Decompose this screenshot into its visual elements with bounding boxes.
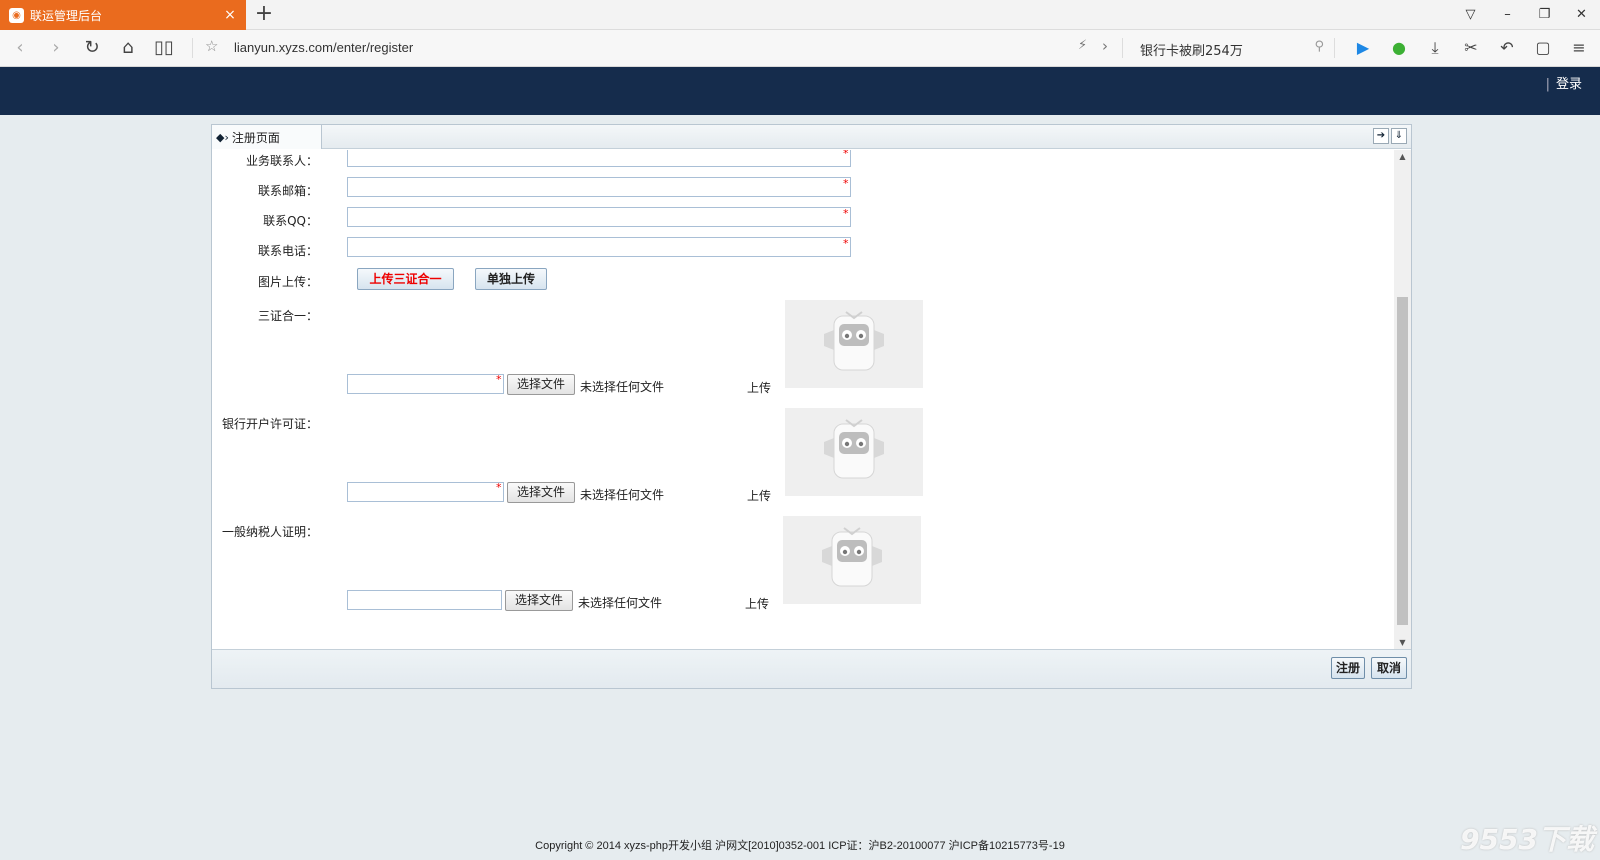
doc-bank-choose-file-button[interactable]: 选择文件 — [507, 482, 575, 503]
email-input[interactable] — [347, 177, 851, 197]
required-mark: * — [843, 207, 849, 220]
toolbar-icons: ▶ ● ⤓ ✂ ↶ ▢ ≡ — [1345, 36, 1597, 60]
phone-input[interactable] — [347, 237, 851, 257]
doc-combined-label: 三证合一： — [257, 309, 318, 323]
qq-input[interactable] — [347, 207, 851, 227]
scrollbar-thumb[interactable] — [1397, 297, 1408, 625]
cancel-button[interactable]: 取消 — [1371, 657, 1407, 679]
required-mark: * — [843, 177, 849, 190]
doc-combined-preview-placeholder — [785, 300, 923, 388]
image-upload-label: 图片上传： — [257, 275, 318, 289]
required-mark: * — [843, 237, 849, 250]
search-icon[interactable]: ⚲ — [1314, 39, 1324, 54]
scissors-icon[interactable]: ✂ — [1453, 36, 1489, 60]
robot-placeholder-icon — [824, 419, 884, 479]
tab-title: 联运管理后台 — [30, 8, 103, 23]
doc-taxpayer-label: 一般纳税人证明： — [221, 525, 318, 539]
contact-person-input[interactable] — [347, 150, 851, 167]
doc-combined-upload-link[interactable]: 上传 — [747, 379, 771, 396]
doc-bank-upload-link[interactable]: 上传 — [747, 487, 771, 504]
tab-nav-arrows-icon[interactable]: ◆› — [216, 131, 229, 144]
vertical-scrollbar[interactable]: ▲ ▼ — [1394, 150, 1411, 649]
nav-divider — [1122, 38, 1123, 58]
doc-taxpayer-preview-placeholder — [783, 516, 921, 604]
reload-icon[interactable]: ↻ — [80, 36, 104, 60]
panel-tab-label: 注册页面 — [231, 130, 280, 145]
restore-icon[interactable]: ❐ — [1526, 0, 1563, 30]
browser-tab[interactable]: ◉ 联运管理后台 × — [0, 0, 246, 30]
doc-combined-path-input[interactable] — [347, 374, 504, 394]
upload-combined-button[interactable]: 上传三证合一 — [357, 268, 454, 290]
browser-navbar: ‹ › ↻ ⌂ ▯▯ ☆ lianyun.xyzs.com/enter/regi… — [0, 30, 1600, 67]
home-icon[interactable]: ⌂ — [116, 36, 140, 60]
address-bar[interactable]: lianyun.xyzs.com/enter/register — [234, 40, 413, 55]
chevron-right-icon[interactable]: › — [1102, 37, 1108, 55]
search-query: 银行卡被刷254万 — [1140, 44, 1243, 59]
doc-combined-choose-file-button[interactable]: 选择文件 — [507, 374, 575, 395]
copyright-footer: Copyright © 2014 xyzs-php开发小组 沪网文[2010]0… — [535, 840, 1065, 852]
doc-bank-label: 银行开户许可证： — [221, 417, 318, 431]
doc-combined-no-file-text: 未选择任何文件 — [580, 380, 665, 394]
scroll-down-icon[interactable]: ▼ — [1394, 638, 1411, 647]
monkey-favicon-icon: ◉ — [9, 7, 24, 23]
robot-placeholder-icon — [824, 311, 884, 371]
phone-label: 联系电话： — [257, 244, 318, 258]
reader-icon[interactable]: ▯▯ — [152, 36, 176, 60]
nav-divider — [1334, 38, 1335, 58]
panel-footer: 注册 取消 — [212, 649, 1411, 688]
doc-taxpayer-path-input[interactable] — [347, 590, 502, 610]
panel-header: ◆› 注册页面 ➔ ⇓ — [212, 125, 1411, 149]
contact-person-label: 业务联系人： — [245, 154, 318, 168]
arrow-right-icon[interactable]: ➔ — [1373, 128, 1389, 144]
tab-register-page[interactable]: ◆› 注册页面 — [212, 125, 322, 149]
double-chevron-down-icon[interactable]: ⇓ — [1391, 128, 1407, 144]
register-button[interactable]: 注册 — [1331, 657, 1365, 679]
required-mark: * — [496, 481, 502, 494]
skin-icon[interactable]: ▽ — [1452, 0, 1489, 30]
bag-icon[interactable]: ▢ — [1525, 36, 1561, 60]
undo-icon[interactable]: ↶ — [1489, 36, 1525, 60]
form-scroll-area[interactable]: 业务联系人： * 联系邮箱： * 联系QQ： * 联系电话： * 图片上传： 上… — [212, 150, 1411, 649]
upload-separate-button[interactable]: 单独上传 — [475, 268, 547, 290]
login-label: 登录 — [1555, 77, 1582, 92]
robot-placeholder-icon — [822, 527, 882, 587]
search-box[interactable]: 银行卡被刷254万 ⚲ — [1130, 36, 1330, 60]
doc-bank-no-file-text: 未选择任何文件 — [580, 488, 665, 502]
browser-tabbar: ◉ 联运管理后台 × + ▽ – ❐ ✕ — [0, 0, 1600, 30]
menu-icon[interactable]: ≡ — [1561, 36, 1597, 60]
doc-taxpayer-upload-link[interactable]: 上传 — [745, 595, 769, 612]
doc-taxpayer-choose-file-button[interactable]: 选择文件 — [505, 590, 573, 611]
required-mark: * — [843, 150, 849, 160]
download-icon[interactable]: ⤓ — [1417, 36, 1453, 60]
email-label: 联系邮箱： — [257, 184, 318, 198]
minimize-icon[interactable]: – — [1489, 0, 1526, 30]
back-icon[interactable]: ‹ — [8, 36, 32, 60]
doc-bank-preview-placeholder — [785, 408, 923, 496]
doc-taxpayer-no-file-text: 未选择任何文件 — [578, 596, 663, 610]
new-tab-icon[interactable]: + — [252, 3, 276, 27]
qq-label: 联系QQ： — [263, 214, 318, 228]
wechat-icon[interactable]: ● — [1381, 36, 1417, 60]
nav-divider — [192, 38, 193, 58]
login-link[interactable]: | 登录 — [1546, 73, 1582, 92]
doc-bank-path-input[interactable] — [347, 482, 504, 502]
window-controls: ▽ – ❐ ✕ — [1452, 0, 1600, 30]
forward-icon[interactable]: › — [44, 36, 68, 60]
required-mark: * — [496, 373, 502, 386]
watermark-logo: 9553下载 — [1460, 823, 1594, 856]
bookmark-star-icon[interactable]: ☆ — [205, 37, 218, 55]
close-window-icon[interactable]: ✕ — [1563, 0, 1600, 30]
site-header: | 登录 — [0, 67, 1600, 115]
video-play-icon[interactable]: ▶ — [1345, 36, 1381, 60]
register-panel: ◆› 注册页面 ➔ ⇓ 业务联系人： * 联系邮箱： * 联系QQ： * 联系电… — [211, 124, 1412, 689]
lightning-icon[interactable]: ⚡ — [1078, 38, 1087, 53]
tab-close-icon[interactable]: × — [220, 7, 240, 23]
panel-header-controls: ➔ ⇓ — [1371, 128, 1407, 144]
scroll-up-icon[interactable]: ▲ — [1394, 152, 1411, 161]
